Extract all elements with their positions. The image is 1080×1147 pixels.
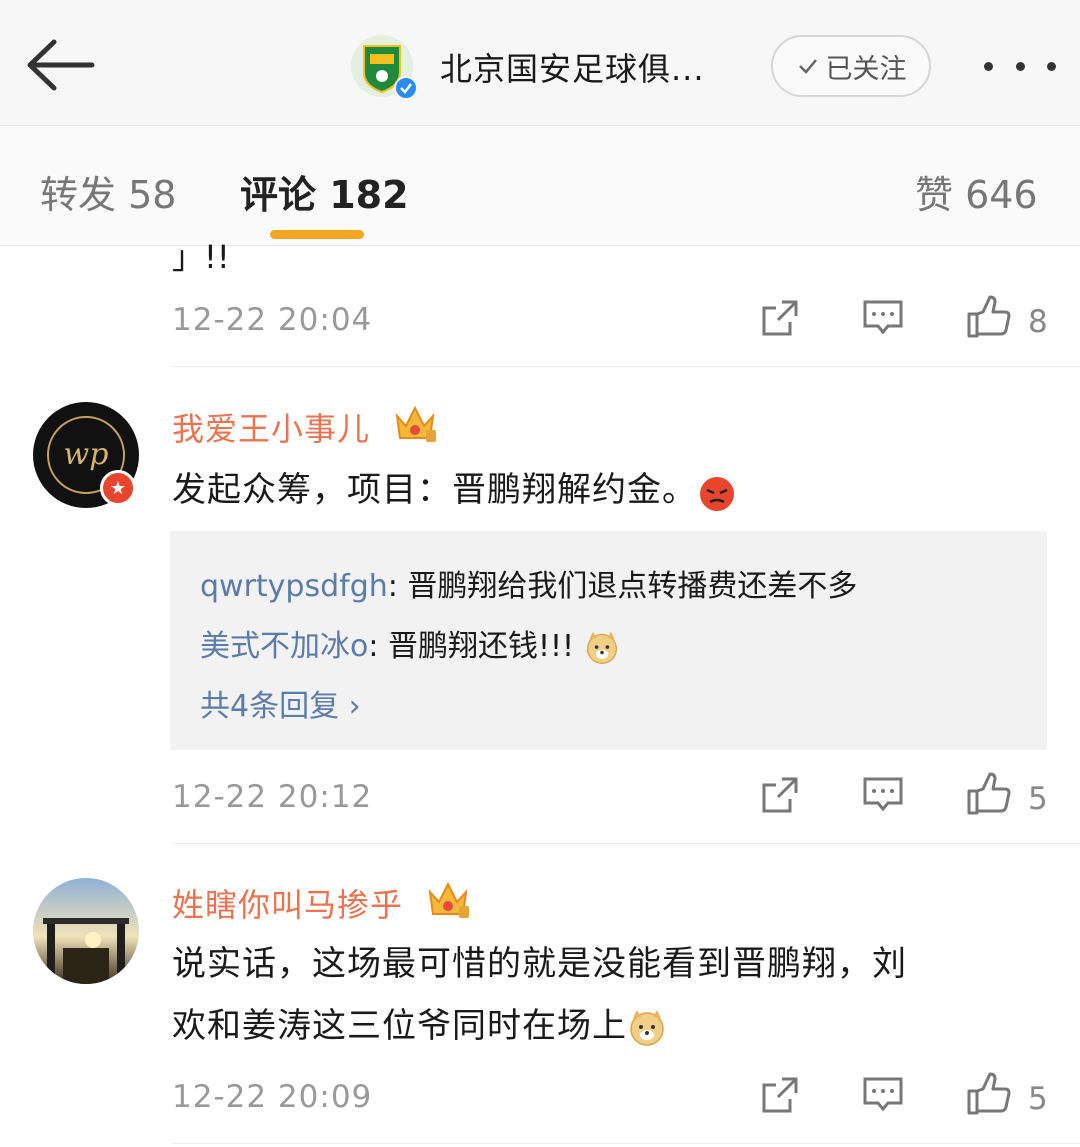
svg-text:wp: wp — [64, 437, 109, 472]
comment-text-tail: 」!! — [172, 238, 230, 276]
follow-label: 已关注 — [825, 53, 907, 85]
top-bar: 北京国安足球俱... 已关注 — [0, 0, 1080, 126]
like-thumb-icon[interactable] — [965, 294, 1011, 340]
tab-active-indicator — [270, 230, 364, 239]
share-icon[interactable] — [760, 1075, 800, 1115]
angry-face-icon — [700, 474, 734, 511]
like-count: 5 — [1028, 781, 1048, 817]
reply-icon[interactable] — [862, 1075, 904, 1115]
reply-username[interactable]: 美式不加冰o — [200, 629, 368, 664]
comment-text-line: 欢和姜涛这三位爷同时在场上 — [172, 996, 667, 1056]
share-icon[interactable] — [760, 775, 800, 815]
divider — [172, 1143, 1080, 1144]
comment-text-line: 说实话，这场最可惜的就是没能看到晋鹏翔，刘 — [172, 944, 907, 984]
tab-repost[interactable]: 转发 58 — [40, 164, 176, 219]
reply-text: : 晋鹏翔还钱!!! — [368, 629, 584, 664]
like-count: 5 — [1028, 1081, 1048, 1117]
more-dots-icon[interactable] — [984, 52, 1056, 80]
account-title[interactable]: 北京国安足球俱... — [440, 44, 705, 90]
comment-actions: 5 — [760, 1072, 1050, 1123]
comment-username[interactable]: 姓瞎你叫马掺乎 — [172, 880, 403, 926]
tab-like[interactable]: 赞 646 — [915, 164, 1038, 219]
view-all-replies-link[interactable]: 共4条回复 › — [200, 681, 361, 725]
divider — [172, 843, 1080, 844]
like-count: 8 — [1028, 304, 1048, 340]
reply-item: qwrtypsdfgh: 晋鹏翔给我们退点转播费还差不多 — [200, 561, 857, 605]
reply-icon[interactable] — [862, 775, 904, 815]
share-icon[interactable] — [760, 298, 800, 338]
reply-text: : 晋鹏翔给我们退点转播费还差不多 — [387, 569, 858, 604]
vip-star-icon: ★ — [100, 470, 136, 506]
avatar[interactable] — [33, 878, 139, 984]
crown-badge-icon — [395, 405, 436, 442]
doge-icon — [586, 631, 617, 664]
verified-badge-icon — [394, 76, 418, 100]
doge-icon — [630, 1009, 664, 1046]
reply-username[interactable]: qwrtypsdfgh — [200, 569, 388, 604]
comment-time: 12-22 20:04 — [172, 302, 373, 338]
tab-comment[interactable]: 评论 182 — [240, 164, 409, 219]
comment-actions: 8 — [760, 295, 1050, 346]
comment-text: 发起众筹，项目：晋鹏翔解约金。 — [172, 460, 737, 520]
comment-username[interactable]: 我爱王小事儿 — [172, 404, 370, 450]
reply-icon[interactable] — [862, 298, 904, 338]
like-thumb-icon[interactable] — [965, 771, 1011, 817]
comment-time: 12-22 20:09 — [172, 1079, 373, 1115]
like-thumb-icon[interactable] — [965, 1071, 1011, 1117]
follow-button[interactable]: 已关注 — [771, 35, 931, 97]
check-icon — [798, 59, 817, 74]
tab-bar: 转发 58 评论 182 赞 646 — [0, 126, 1080, 246]
back-arrow-icon[interactable] — [22, 30, 102, 100]
divider — [172, 366, 1080, 367]
reply-preview-box[interactable]: qwrtypsdfgh: 晋鹏翔给我们退点转播费还差不多 美式不加冰o: 晋鹏翔… — [170, 531, 1047, 750]
reply-item: 美式不加冰o: 晋鹏翔还钱!!! — [200, 621, 620, 666]
comment-actions: 5 — [760, 772, 1050, 823]
crown-badge-icon — [428, 881, 469, 918]
comment-time: 12-22 20:12 — [172, 779, 373, 815]
